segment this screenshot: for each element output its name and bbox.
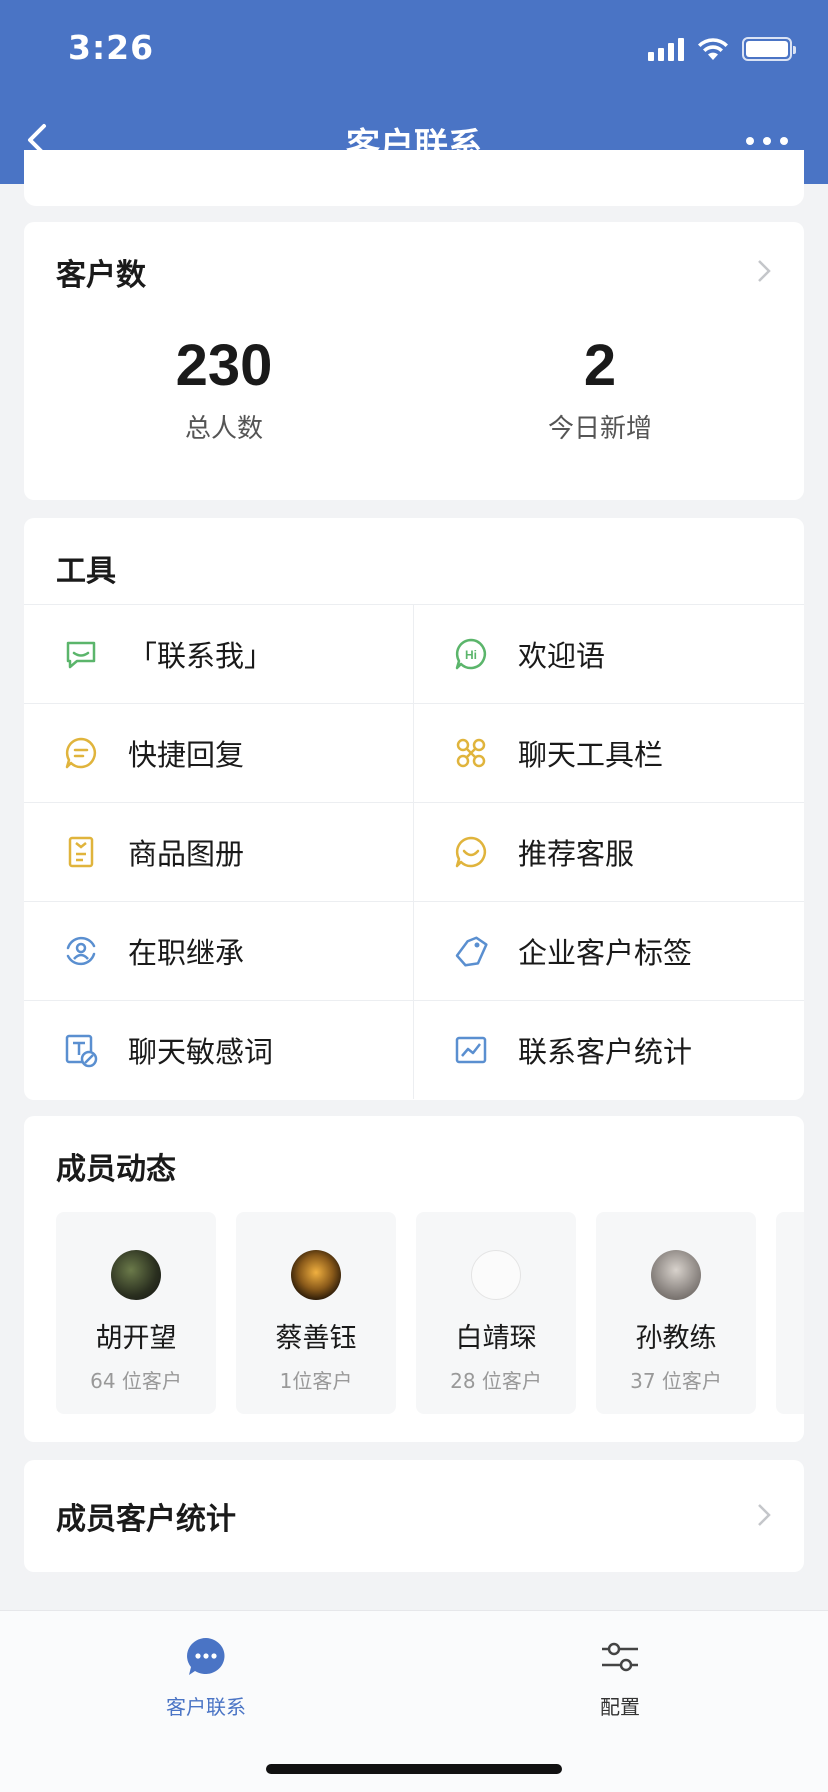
member-card[interactable]: 胡开望 64 位客户: [56, 1212, 216, 1414]
member-name: 胡开望: [95, 1323, 177, 1354]
tool-label: 欢迎语: [518, 639, 606, 673]
avatar: [471, 1250, 521, 1300]
tool-label: 聊天敏感词: [128, 1035, 274, 1069]
today-new-label: 今日新增: [547, 414, 652, 444]
today-new-value: 2: [583, 333, 617, 398]
tools-card: 工具 「联系我」 Hi 欢迎语 快捷回复 聊天工具栏 商品图册 推荐客服 在职继…: [24, 518, 804, 1100]
tab-label: 客户联系: [166, 1695, 246, 1719]
message-square-icon: [66, 641, 96, 669]
tools-grid: 「联系我」 Hi 欢迎语 快捷回复 聊天工具栏 商品图册 推荐客服 在职继承 企…: [24, 604, 804, 1099]
cellular-signal-icon: [648, 37, 684, 61]
sliders-icon: [602, 1642, 638, 1672]
tool-label: 推荐客服: [518, 837, 635, 871]
avatar: [291, 1250, 341, 1300]
member-customer-stats-title: 成员客户统计: [56, 1502, 236, 1537]
avatar: [651, 1250, 701, 1300]
member-card[interactable]: 白靖琛 28 位客户: [416, 1212, 576, 1414]
member-name: 白靖琛: [455, 1323, 537, 1354]
member-card[interactable]: 蔡善钰 1位客户: [236, 1212, 396, 1414]
hi-bubble-icon: Hi: [455, 638, 487, 670]
tool-enterprise-tags[interactable]: 企业客户标签: [414, 901, 804, 1000]
wifi-icon: [698, 38, 728, 60]
member-customer-stats-row[interactable]: 成员客户统计: [24, 1460, 804, 1572]
tool-product-album[interactable]: 商品图册: [24, 802, 414, 901]
tool-contact-me[interactable]: 「联系我」: [24, 604, 414, 703]
tool-label: 企业客户标签: [518, 936, 693, 970]
member-card-partial[interactable]: [776, 1212, 804, 1414]
toolbar-grid-icon: [456, 738, 486, 768]
tool-label: 在职继承: [128, 936, 245, 970]
member-name: 孙教练: [635, 1323, 717, 1354]
total-customers-label: 总人数: [184, 414, 263, 444]
tool-label: 商品图册: [128, 837, 245, 871]
member-card[interactable]: 孙教练 37 位客户: [596, 1212, 756, 1414]
tool-recommend-service[interactable]: 推荐客服: [414, 802, 804, 901]
member-activity-card: 成员动态 胡开望 64 位客户 蔡善钰 1位客户 白靖琛 28 位客户 孙教练 …: [24, 1116, 804, 1442]
today-new-stat: 2 今日新增: [450, 332, 750, 445]
home-indicator: [266, 1764, 562, 1774]
status-time: 3:26: [68, 28, 155, 67]
member-customer-count: 1位客户: [279, 1369, 353, 1393]
chevron-right-icon[interactable]: [756, 1502, 772, 1528]
more-options-icon[interactable]: [746, 137, 788, 145]
sensitive-word-icon: [65, 1034, 98, 1068]
battery-icon: [742, 37, 796, 61]
member-customer-count: 64 位客户: [90, 1369, 182, 1393]
tools-title: 工具: [56, 554, 116, 589]
tool-sensitive-words[interactable]: 聊天敏感词: [24, 1000, 414, 1099]
tool-inherit-on-duty[interactable]: 在职继承: [24, 901, 414, 1000]
tool-label: 聊天工具栏: [518, 738, 664, 772]
chart-icon: [455, 1036, 487, 1064]
member-list: 胡开望 64 位客户 蔡善钰 1位客户 白靖琛 28 位客户 孙教练 37 位客…: [56, 1212, 804, 1414]
total-customers-stat: 230 总人数: [74, 332, 374, 445]
recommend-service-icon: [455, 836, 487, 868]
tool-contact-stats[interactable]: 联系客户统计: [414, 1000, 804, 1099]
tool-chat-toolbar[interactable]: 聊天工具栏: [414, 703, 804, 802]
chat-bubble-icon: [187, 1638, 225, 1675]
tool-label: 快捷回复: [128, 738, 245, 772]
tool-label: 「联系我」: [128, 639, 274, 673]
inherit-user-icon: [66, 936, 96, 966]
customer-count-title: 客户数: [56, 258, 146, 293]
quick-reply-icon: [65, 737, 97, 769]
svg-text:Hi: Hi: [465, 648, 477, 662]
tool-quick-reply[interactable]: 快捷回复: [24, 703, 414, 802]
member-customer-count: 28 位客户: [450, 1369, 542, 1393]
previous-card-stub: [24, 150, 804, 206]
member-customer-count: 37 位客户: [630, 1369, 722, 1393]
chevron-right-icon[interactable]: [756, 258, 772, 284]
product-album-icon: [68, 836, 94, 868]
tag-icon: [455, 936, 488, 967]
tab-settings[interactable]: 配置: [520, 1635, 720, 1720]
customer-count-card[interactable]: 客户数 230 总人数 2 今日新增: [24, 222, 804, 500]
member-name: 蔡善钰: [275, 1323, 357, 1354]
tool-welcome-message[interactable]: Hi 欢迎语: [414, 604, 804, 703]
tab-customer-contact[interactable]: 客户联系: [106, 1635, 306, 1720]
member-activity-title: 成员动态: [56, 1152, 176, 1187]
tab-label: 配置: [600, 1695, 640, 1719]
tool-label: 联系客户统计: [518, 1035, 693, 1069]
total-customers-value: 230: [175, 333, 273, 398]
avatar: [111, 1250, 161, 1300]
status-icons: [648, 36, 796, 62]
